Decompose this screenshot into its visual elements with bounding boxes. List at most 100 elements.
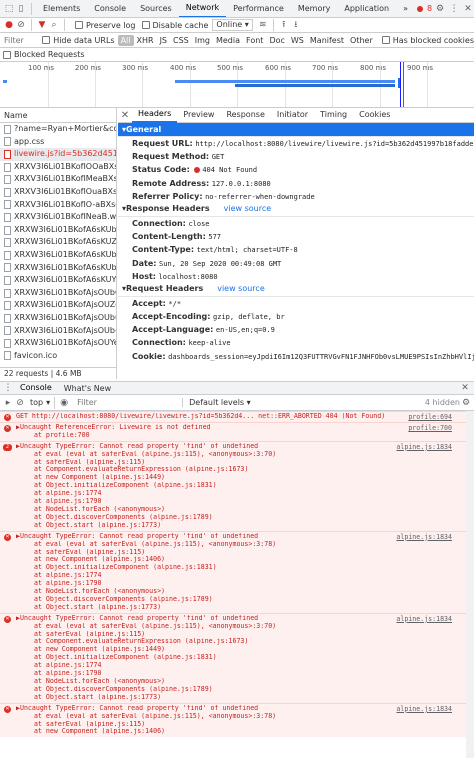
timeline-overview[interactable]: 100 ms 200 ms 300 ms 400 ms 500 ms 600 m…: [0, 62, 474, 108]
request-row[interactable]: XRXW3I6Li01BKofA6sKUbuvIS: [0, 249, 116, 262]
type-filter-js[interactable]: JS: [157, 35, 170, 46]
tab-memory[interactable]: Memory: [291, 0, 338, 17]
type-filter-css[interactable]: CSS: [170, 35, 192, 46]
tab-application[interactable]: Application: [337, 0, 396, 17]
device-toolbar-icon[interactable]: ▯: [15, 3, 27, 15]
record-icon[interactable]: ●: [3, 19, 15, 31]
hide-data-urls-checkbox[interactable]: [42, 36, 51, 44]
type-filter-font[interactable]: Font: [243, 35, 266, 46]
request-row[interactable]: XRXV3I6Li01BKofIO-aBXso.wo: [0, 199, 116, 212]
tab-initiator[interactable]: Initiator: [271, 108, 314, 122]
request-row[interactable]: favicon.ico: [0, 350, 116, 363]
console-error-message[interactable]: ✕ ▶Uncaught TypeError: Cannot read proper…: [0, 530, 474, 613]
request-row[interactable]: XRXV3I6Li01BKofIMeaBXso.wo: [0, 173, 116, 186]
filter-input[interactable]: Filter: [0, 36, 36, 45]
request-row[interactable]: XRXW3I6Li01BKofAjsOUbuvIS: [0, 312, 116, 325]
request-row[interactable]: app.css: [0, 136, 116, 149]
throttling-select[interactable]: Online ▾: [212, 19, 253, 31]
console-scrollbar[interactable]: [466, 411, 474, 758]
request-row[interactable]: ?name=Ryan+Mortier&color=: [0, 123, 116, 136]
console-error-message[interactable]: 2 ▶Uncaught TypeError: Cannot read proper…: [0, 440, 474, 531]
drawer-tab-console[interactable]: Console: [14, 382, 58, 394]
has-blocked-cookies-checkbox[interactable]: [381, 36, 390, 44]
disable-cache-checkbox[interactable]: [141, 21, 150, 29]
kebab-menu-icon[interactable]: ⋮: [448, 3, 460, 15]
type-filter-all[interactable]: All: [117, 34, 134, 46]
log-levels-select[interactable]: Default levels ▾: [183, 398, 251, 407]
console-error-message[interactable]: ✕ ▶Uncaught ReferenceError: Livewire is n…: [0, 421, 474, 441]
wifi-icon[interactable]: ≋: [257, 19, 269, 31]
view-source-link[interactable]: view source: [224, 202, 272, 216]
request-row[interactable]: XRXV3I6Li01BKofIOOaBXso.wo: [0, 161, 116, 174]
request-headers-section-header[interactable]: ▾ Request Headers view source: [118, 283, 474, 297]
error-message-text[interactable]: GET http://localhost:8080/livewire/livew…: [16, 413, 414, 421]
source-link[interactable]: profile:694: [408, 413, 452, 421]
close-details-icon[interactable]: ✕: [118, 110, 132, 121]
tab-headers[interactable]: Headers: [132, 108, 178, 123]
tab-cookies[interactable]: Cookies: [353, 108, 396, 122]
eye-icon[interactable]: ◉: [58, 397, 70, 409]
network-error-message[interactable]: ✕ GET http://localhost:8080/livewire/live…: [0, 411, 474, 422]
preserve-log-checkbox[interactable]: [75, 21, 83, 29]
error-message-text[interactable]: ▶Uncaught ReferenceError: Livewire is no…: [16, 424, 414, 432]
close-drawer-icon[interactable]: ✕: [459, 382, 471, 394]
search-icon[interactable]: ⌕: [48, 19, 60, 31]
filter-funnel-icon[interactable]: ▼: [36, 19, 48, 31]
error-counter[interactable]: 8 ⚙ ⋮ ✕: [415, 3, 474, 15]
source-link[interactable]: alpine.js:1834: [396, 705, 452, 713]
response-headers-section-header[interactable]: ▾ Response Headers view source: [118, 203, 474, 217]
error-message-text[interactable]: ▶Uncaught TypeError: Cannot read propert…: [16, 705, 414, 713]
request-row[interactable]: XRXW3I6Li01BKofAjsOUYevI.w: [0, 337, 116, 350]
sidebar-toggle-icon[interactable]: ▸: [2, 397, 14, 409]
type-filter-ws[interactable]: WS: [288, 35, 307, 46]
console-error-message[interactable]: ✕ ▶Uncaught TypeError: Cannot read proper…: [0, 612, 474, 703]
request-row[interactable]: livewire.js?id=5b362d451997b: [0, 148, 116, 161]
request-row[interactable]: XRXW3I6Li01BKofAjsOUb-vIS: [0, 325, 116, 338]
drawer-tab-whats-new[interactable]: What's New: [58, 382, 117, 394]
tab-timing[interactable]: Timing: [314, 108, 353, 122]
source-link[interactable]: alpine.js:1834: [396, 443, 452, 451]
type-filter-img[interactable]: Img: [192, 35, 213, 46]
error-message-text[interactable]: ▶Uncaught TypeError: Cannot read propert…: [16, 443, 414, 451]
clear-icon[interactable]: ⊘: [15, 19, 27, 31]
view-source-link[interactable]: view source: [217, 282, 265, 296]
export-har-icon[interactable]: ⭳: [290, 19, 302, 31]
source-link[interactable]: alpine.js:1834: [396, 533, 452, 541]
console-filter-input[interactable]: Filter: [73, 398, 184, 407]
context-select[interactable]: top ▾: [26, 396, 56, 409]
settings-gear-icon[interactable]: ⚙: [434, 3, 446, 15]
source-link[interactable]: profile:700: [408, 424, 452, 432]
kebab-menu-icon[interactable]: ⋮: [2, 382, 14, 394]
console-error-message[interactable]: ✕ ▶Uncaught TypeError: Cannot read proper…: [0, 702, 474, 738]
inspect-element-icon[interactable]: ⬚: [3, 3, 15, 15]
tab-console[interactable]: Console: [87, 0, 133, 17]
request-row[interactable]: XRXW3I6Li01BKofAjsOUbOvIS: [0, 287, 116, 300]
tab-network[interactable]: Network: [178, 0, 227, 17]
type-filter-doc[interactable]: Doc: [266, 35, 287, 46]
type-filter-xhr[interactable]: XHR: [134, 35, 157, 46]
tab-performance[interactable]: Performance: [226, 0, 291, 17]
import-har-icon[interactable]: ⭱: [278, 19, 290, 31]
tab-response[interactable]: Response: [220, 108, 270, 122]
request-row[interactable]: XRXW3I6Li01BKofAjsOUZevIS: [0, 299, 116, 312]
tab-sources[interactable]: Sources: [133, 0, 179, 17]
request-row[interactable]: XRXV3I6Li01BKofINeaB.woff2: [0, 211, 116, 224]
close-icon[interactable]: ✕: [462, 3, 474, 15]
type-filter-manifest[interactable]: Manifest: [307, 35, 347, 46]
request-row[interactable]: XRXW3I6Li01BKofA6sKUZevIS: [0, 236, 116, 249]
request-row[interactable]: XRXW3I6Li01BKofA6sKUYevI.w: [0, 274, 116, 287]
more-tabs-icon[interactable]: »: [396, 0, 415, 17]
tab-preview[interactable]: Preview: [177, 108, 220, 122]
source-link[interactable]: alpine.js:1834: [396, 615, 452, 623]
name-column-header[interactable]: Name: [0, 108, 116, 123]
request-row[interactable]: XRXV3I6Li01BKofIOuaBXso.wo: [0, 186, 116, 199]
type-filter-media[interactable]: Media: [213, 35, 243, 46]
error-message-text[interactable]: ▶Uncaught TypeError: Cannot read propert…: [16, 615, 414, 623]
request-row[interactable]: XRXW3I6Li01BKofA6sKUbOvIS: [0, 224, 116, 237]
clear-console-icon[interactable]: ⊘: [14, 397, 26, 409]
type-filter-other[interactable]: Other: [347, 35, 376, 46]
error-message-text[interactable]: ▶Uncaught TypeError: Cannot read propert…: [16, 533, 414, 541]
general-section-header[interactable]: ▾ General: [118, 123, 474, 137]
request-row[interactable]: XRXW3I6Li01BKofA6sKUb-vIS: [0, 262, 116, 275]
console-settings-gear-icon[interactable]: ⚙: [460, 397, 472, 409]
